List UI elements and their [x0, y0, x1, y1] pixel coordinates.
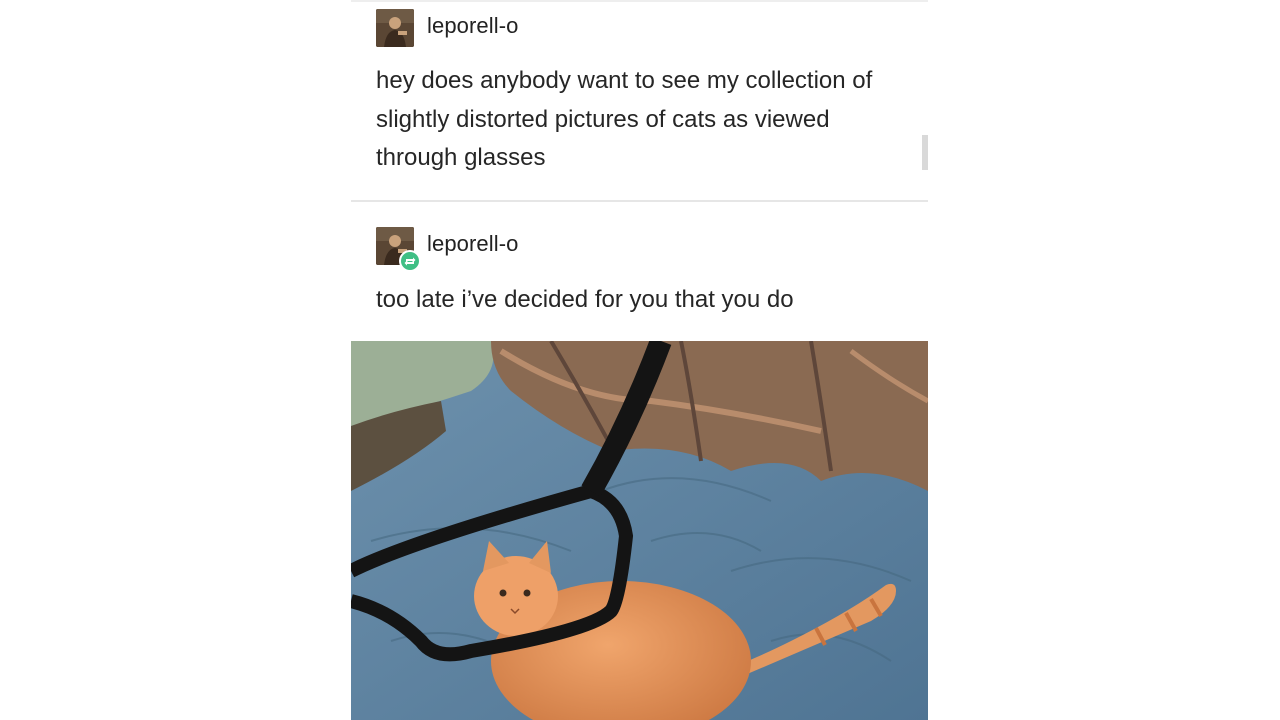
post-text: too late i’ve decided for you that you d…	[376, 286, 794, 313]
page: leporell-o hey does anybody want to see …	[0, 0, 1280, 720]
username[interactable]: leporell-o	[427, 13, 519, 39]
post-original: leporell-o hey does anybody want to see …	[351, 0, 928, 200]
avatar[interactable]	[376, 9, 414, 47]
reblog-icon	[399, 250, 421, 272]
post-column: leporell-o hey does anybody want to see …	[351, 0, 928, 720]
username[interactable]: leporell-o	[427, 231, 519, 257]
post-photo[interactable]	[351, 341, 928, 720]
post-reblog: leporell-o too late i’ve decided for you…	[351, 202, 928, 340]
post-text: hey does anybody want to see my collecti…	[376, 67, 873, 171]
scrollbar[interactable]	[922, 135, 928, 170]
